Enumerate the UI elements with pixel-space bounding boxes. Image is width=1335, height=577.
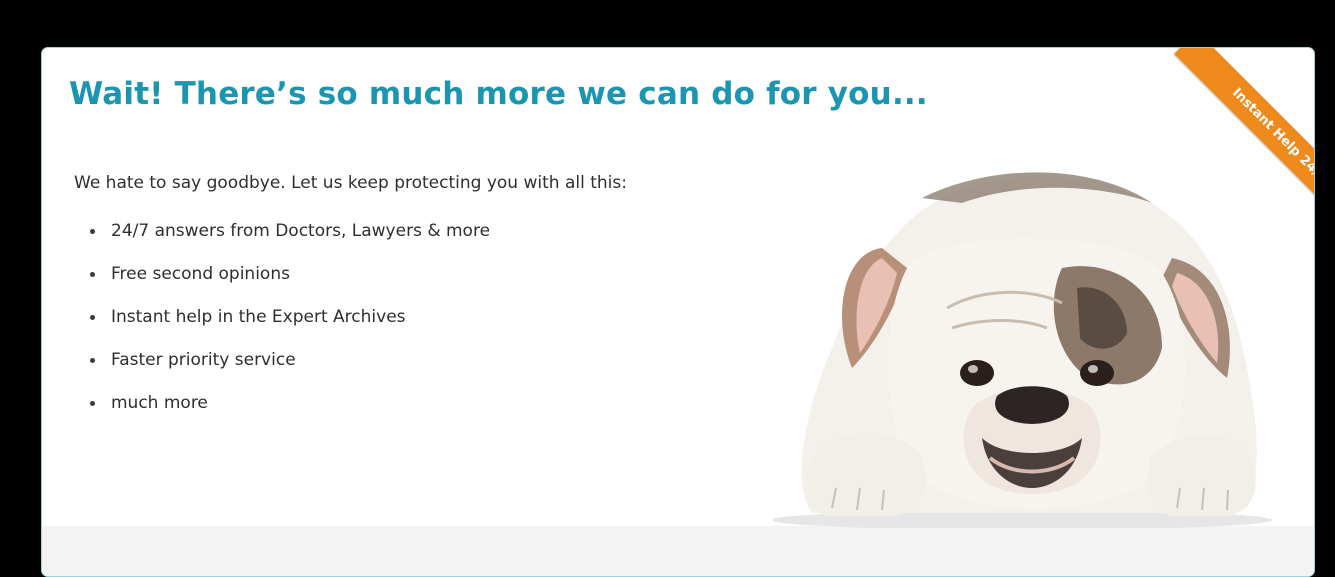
- benefit-label: 24/7 answers from Doctors, Lawyers & mor…: [111, 221, 491, 241]
- card-title: Wait! There’s so much more we can do for…: [69, 76, 928, 112]
- ribbon-corner: Instant Help 24/7!: [1114, 48, 1314, 248]
- benefit-item: Free second opinions: [74, 263, 490, 306]
- bullet-icon: [90, 229, 95, 234]
- benefit-label: Instant help in the Expert Archives: [111, 307, 406, 327]
- benefit-label: much more: [111, 393, 208, 413]
- bullet-icon: [90, 358, 95, 363]
- benefit-label: Free second opinions: [111, 264, 290, 284]
- retention-card: Wait! There’s so much more we can do for…: [41, 47, 1315, 577]
- benefit-item: 24/7 answers from Doctors, Lawyers & mor…: [74, 220, 490, 263]
- intro-text: We hate to say goodbye. Let us keep prot…: [74, 173, 627, 193]
- card-footer-strip: [42, 526, 1314, 576]
- benefits-list: 24/7 answers from Doctors, Lawyers & mor…: [74, 220, 490, 435]
- bullet-icon: [90, 272, 95, 277]
- benefit-item: Faster priority service: [74, 349, 490, 392]
- bullet-icon: [90, 401, 95, 406]
- instant-help-ribbon: Instant Help 24/7!: [1174, 48, 1314, 245]
- bullet-icon: [90, 315, 95, 320]
- benefit-item: Instant help in the Expert Archives: [74, 306, 490, 349]
- benefit-item: much more: [74, 392, 490, 435]
- benefit-label: Faster priority service: [111, 350, 296, 370]
